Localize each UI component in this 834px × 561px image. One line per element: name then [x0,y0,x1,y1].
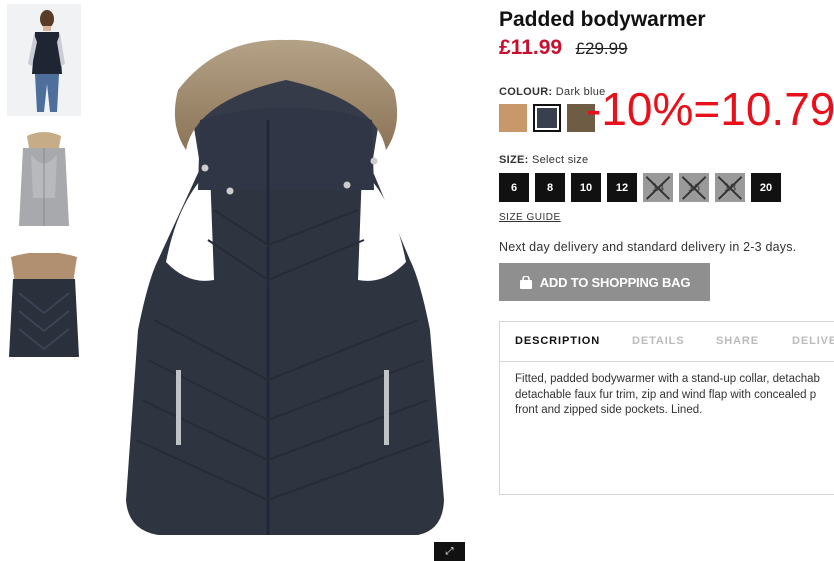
main-product-image [118,30,454,550]
thumbnail-3[interactable] [7,253,81,357]
tab-description[interactable]: DESCRIPTION [515,335,600,347]
bag-icon [519,275,532,289]
padded-bodywarmer-image [126,39,444,535]
size-8[interactable]: 8 [535,173,565,202]
discount-annotation: -10%=10.79 [586,83,834,135]
thumbnail-1[interactable] [7,4,81,116]
add-to-bag-label: ADD TO SHOPPING BAG [539,274,691,290]
description-line: detachable faux fur trim, zip and wind f… [515,388,817,401]
tab-details[interactable]: DETAILS [632,335,685,347]
info-tabs-panel: DESCRIPTION DETAILS SHARE DELIVE Fitted,… [499,321,834,495]
model-photo [28,10,65,112]
description-line: front and zipped side pockets. Lined. [515,404,703,416]
size-14[interactable]: 14 [643,173,673,202]
size-label-title: SIZE: [499,154,529,166]
size-16[interactable]: 16 [679,173,709,202]
tab-bar: DESCRIPTION DETAILS SHARE DELIVE [500,322,834,362]
size-label: SIZE: Select size [499,154,588,166]
tab-delivery[interactable]: DELIVE [792,335,834,347]
grey-vest-photo [19,132,69,226]
size-guide-link[interactable]: SIZE GUIDE [499,212,561,223]
product-title: Padded bodywarmer [499,8,706,31]
size-18[interactable]: 18 [715,173,745,202]
size-10[interactable]: 10 [571,173,601,202]
description-line: Fitted, padded bodywarmer with a stand-u… [515,373,820,385]
size-20[interactable]: 20 [751,173,781,202]
colour-label-title: COLOUR: [499,86,553,98]
product-description: Fitted, padded bodywarmer with a stand-u… [515,372,834,419]
current-price: £11.99 [499,36,563,59]
price-row: £11.99 £29.99 [499,36,628,60]
expand-icon[interactable]: ⤢ [434,542,465,561]
swatch-camel[interactable] [499,104,527,132]
original-price: £29.99 [575,39,628,58]
tab-share[interactable]: SHARE [716,335,759,347]
add-to-bag-button[interactable]: ADD TO SHOPPING BAG [499,263,710,301]
swatch-dark-blue[interactable] [533,104,561,132]
size-value: Select size [531,154,589,166]
size-12[interactable]: 12 [607,173,637,202]
size-options: 6 8 10 12 14 16 18 20 [499,173,781,202]
thumbnail-2[interactable] [7,128,81,232]
navy-vest-photo [9,253,79,357]
size-6[interactable]: 6 [499,173,529,202]
delivery-info: Next day delivery and standard delivery … [499,240,797,254]
